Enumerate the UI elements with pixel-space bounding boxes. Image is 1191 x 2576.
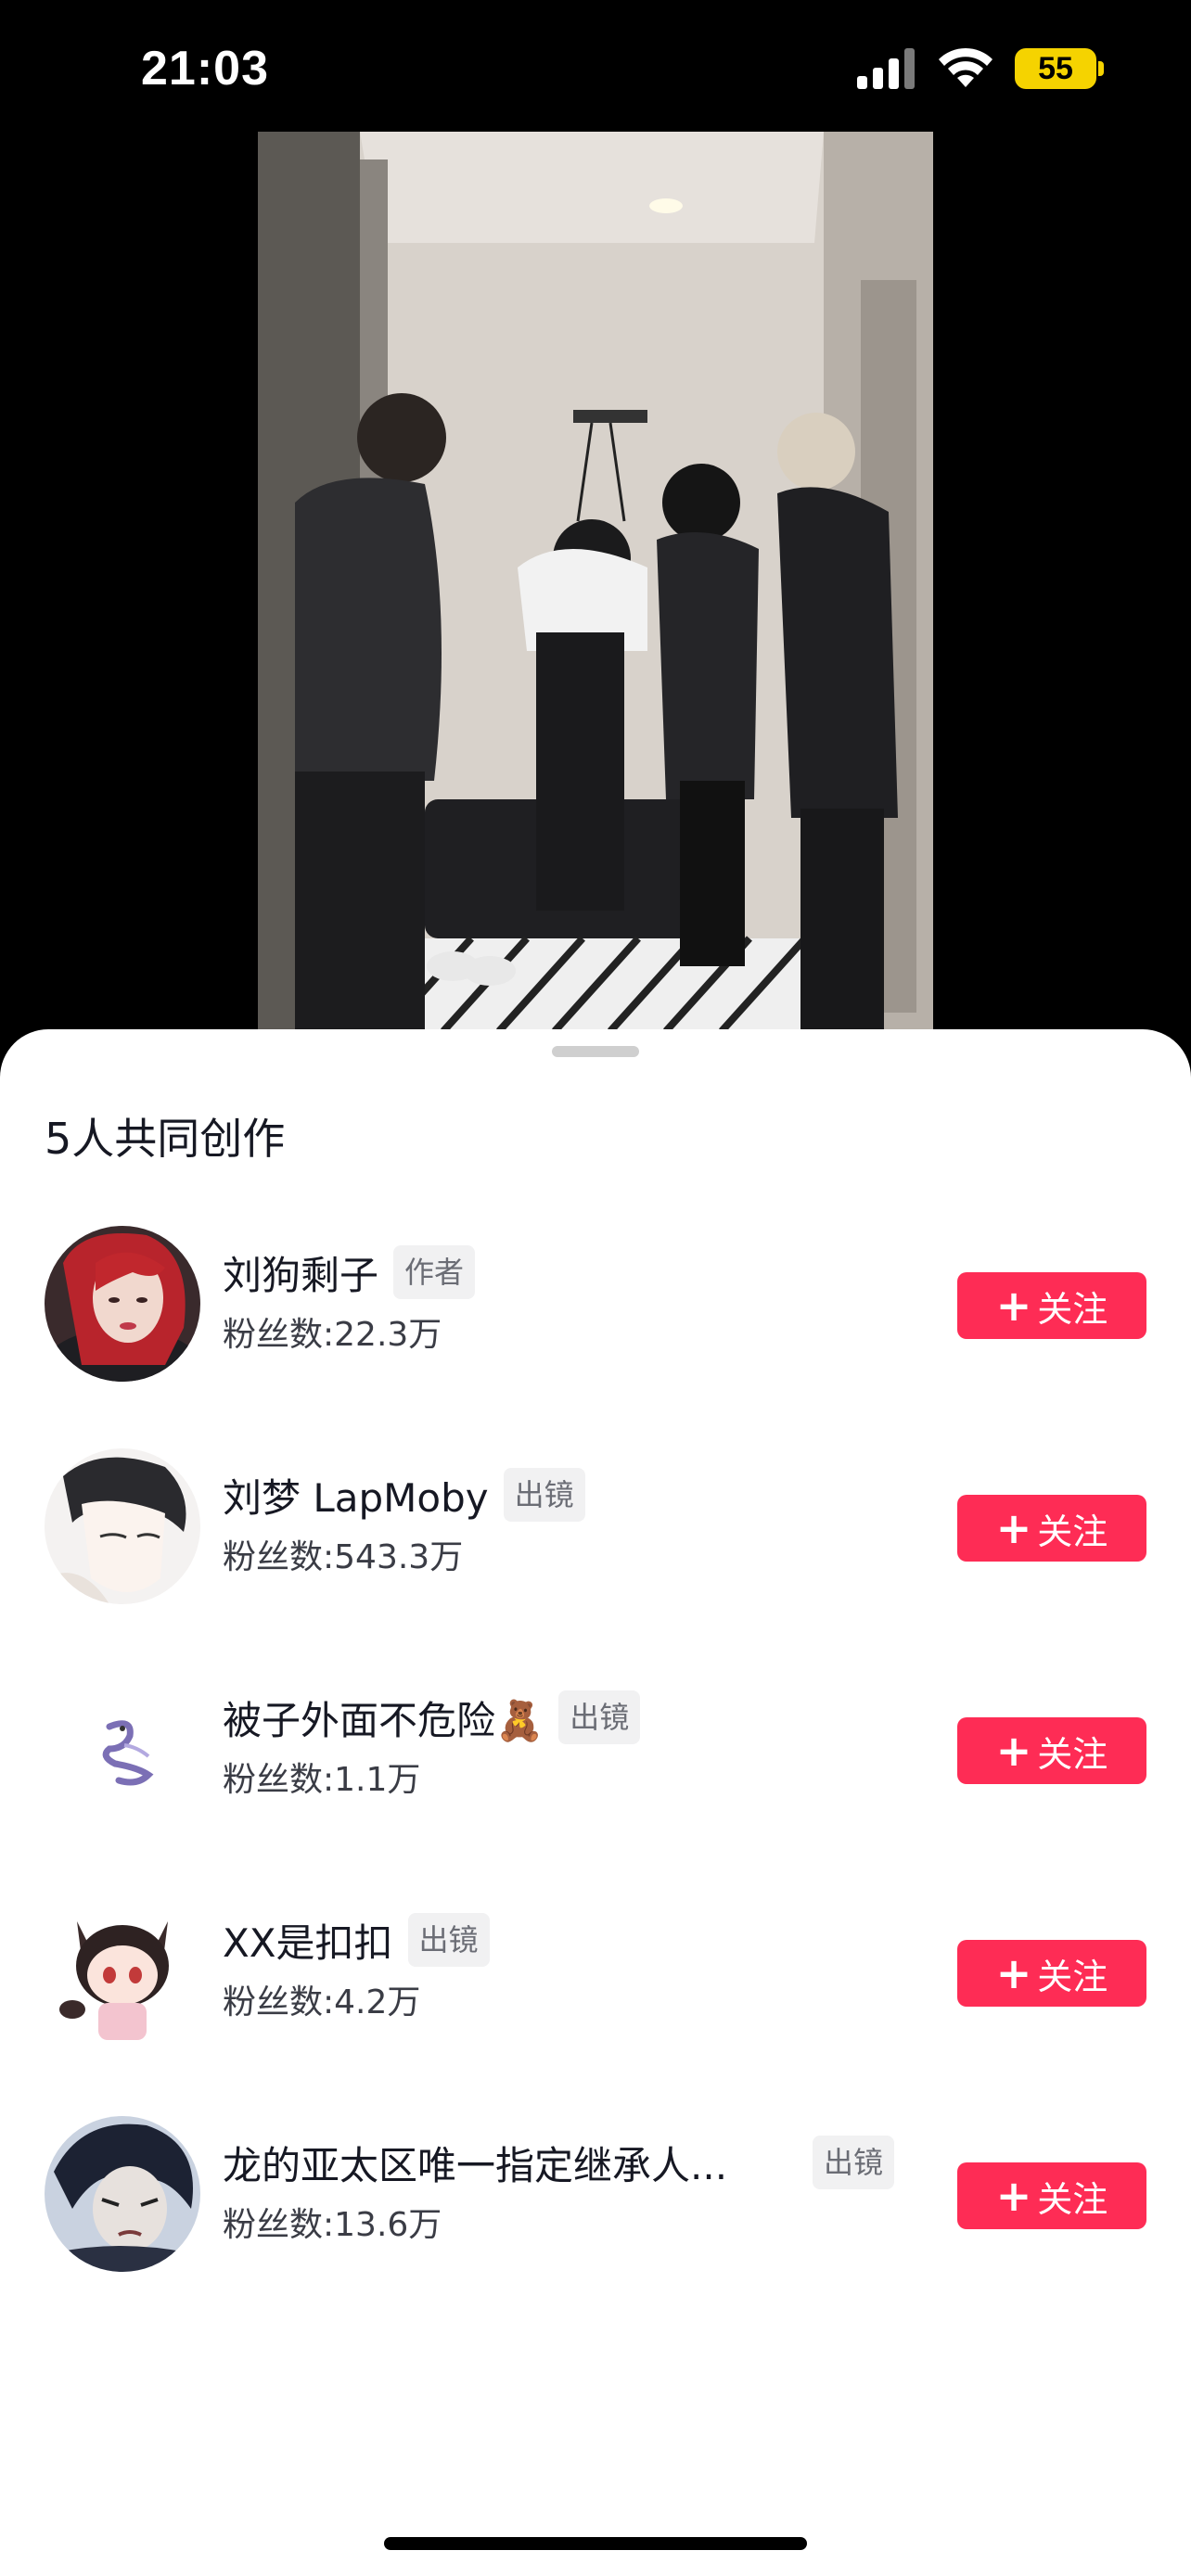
name-line: XX是扣扣 出镜 <box>223 1910 490 1970</box>
creator-name[interactable]: 龙的亚太区唯一指定继承人... <box>223 2135 798 2191</box>
follow-label: 关注 <box>1037 1511 1108 1552</box>
avatar[interactable] <box>45 2116 200 2272</box>
creator-row[interactable]: 龙的亚太区唯一指定继承人... 出镜 粉丝数:13.6万 + 关注 <box>0 2105 1191 2272</box>
name-line: 刘梦 LapMoby 出镜 <box>223 1465 585 1524</box>
follow-button[interactable]: + 关注 <box>957 1495 1146 1562</box>
follow-button[interactable]: + 关注 <box>957 1272 1146 1339</box>
wifi-icon <box>939 47 992 87</box>
creator-name[interactable]: 被子外面不危险🧸 <box>223 1690 544 1746</box>
battery-tip <box>1098 61 1104 76</box>
creator-name[interactable]: 刘梦 LapMoby <box>223 1467 489 1524</box>
follow-button[interactable]: + 关注 <box>957 1717 1146 1784</box>
creator-row[interactable]: 刘狗剩子 作者 粉丝数:22.3万 + 关注 <box>0 1215 1191 1382</box>
drag-handle[interactable] <box>552 1046 639 1057</box>
avatar[interactable] <box>45 1894 200 2049</box>
avatar[interactable] <box>45 1671 200 1827</box>
follow-label: 关注 <box>1037 2178 1108 2220</box>
status-bar: 21:03 55 <box>0 0 1191 139</box>
role-badge: 作者 <box>393 1245 476 1299</box>
follow-label: 关注 <box>1037 1288 1108 1330</box>
creator-name[interactable]: XX是扣扣 <box>223 1912 393 1969</box>
avatar[interactable] <box>45 1226 200 1382</box>
avatar[interactable] <box>45 1448 200 1604</box>
home-indicator[interactable] <box>384 2537 807 2550</box>
role-badge: 出镜 <box>503 1468 585 1522</box>
follow-button[interactable]: + 关注 <box>957 2162 1146 2229</box>
fans-count: 粉丝数:13.6万 <box>223 2206 442 2244</box>
plus-icon: + <box>995 2171 1032 2221</box>
creators-sheet: 5人共同创作 刘狗剩子 作者 粉丝数:22.3万 + 关注 刘梦 LapMoby… <box>0 1029 1191 2576</box>
plus-icon: + <box>995 1948 1032 1998</box>
creator-row[interactable]: 被子外面不危险🧸 出镜 粉丝数:1.1万 + 关注 <box>0 1660 1191 1827</box>
creator-name[interactable]: 刘狗剩子 <box>223 1244 378 1301</box>
creator-row[interactable]: XX是扣扣 出镜 粉丝数:4.2万 + 关注 <box>0 1882 1191 2049</box>
video-preview[interactable] <box>258 132 933 1031</box>
follow-label: 关注 <box>1037 1733 1108 1775</box>
battery-icon: 55 <box>1015 48 1104 89</box>
sheet-title: 5人共同创作 <box>45 1114 286 1164</box>
fans-count: 粉丝数:22.3万 <box>223 1316 442 1354</box>
screen: 21:03 55 5人共同创作 刘狗剩子 作者 粉丝数:22.3万 + 关注 刘… <box>0 0 1191 2576</box>
follow-label: 关注 <box>1037 1956 1108 1997</box>
plus-icon: + <box>995 1726 1032 1776</box>
fans-count: 粉丝数:4.2万 <box>223 1983 421 2021</box>
fans-count: 粉丝数:543.3万 <box>223 1538 464 1576</box>
name-line: 刘狗剩子 作者 <box>223 1243 476 1302</box>
creator-row[interactable]: 刘梦 LapMoby 出镜 粉丝数:543.3万 + 关注 <box>0 1437 1191 1604</box>
name-line: 被子外面不危险🧸 出镜 <box>223 1688 641 1747</box>
battery-level: 55 <box>1038 51 1073 86</box>
follow-button[interactable]: + 关注 <box>957 1940 1146 2007</box>
plus-icon: + <box>995 1503 1032 1553</box>
signal-icon <box>857 48 915 89</box>
fans-count: 粉丝数:1.1万 <box>223 1761 421 1799</box>
video-scene <box>258 132 933 1031</box>
role-badge: 出镜 <box>407 1913 490 1967</box>
name-line: 龙的亚太区唯一指定继承人... 出镜 <box>223 2133 895 2192</box>
status-time: 21:03 <box>141 42 269 96</box>
role-badge: 出镜 <box>813 2136 895 2189</box>
plus-icon: + <box>995 1281 1032 1331</box>
role-badge: 出镜 <box>558 1690 641 1744</box>
